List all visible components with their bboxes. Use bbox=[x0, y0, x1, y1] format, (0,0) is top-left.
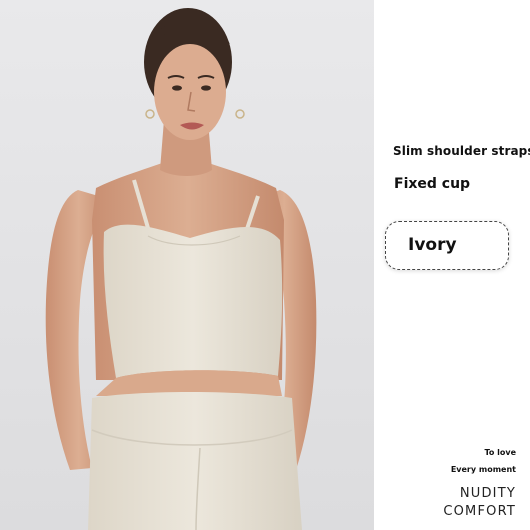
model-illustration bbox=[0, 0, 374, 530]
feature-label: Fixed cup bbox=[394, 176, 471, 192]
color-option-chip[interactable]: Ivory bbox=[385, 221, 509, 270]
tagline-line: To love bbox=[484, 448, 516, 457]
color-option-label: Ivory bbox=[408, 235, 457, 255]
feature-label: Slim shoulder straps bbox=[393, 144, 530, 158]
brand-text: NUDITY bbox=[459, 486, 516, 501]
tagline-line: Every moment bbox=[450, 465, 516, 474]
product-photo bbox=[0, 0, 374, 530]
brand-text: COMFORT bbox=[443, 504, 516, 519]
